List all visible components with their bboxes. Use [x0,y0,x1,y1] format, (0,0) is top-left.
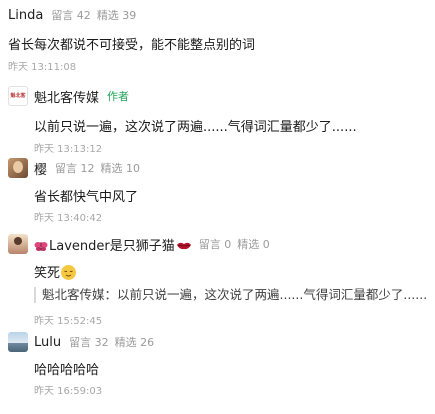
avatar[interactable] [8,234,28,254]
comment-text: 以前只说一遍，这次说了两遍......气得词汇量都少了...... [34,120,357,135]
avatar-logo-text: 魁北客 [10,93,26,99]
quoted-reply: 魁北客传媒：以前只说一遍，这次说了两遍......气得词汇量都少了...... [34,287,427,303]
avatar[interactable] [8,332,28,352]
featured-count: 精选 26 [114,336,155,349]
message-count: 留言 42 [51,9,91,22]
featured-count: 精选 0 [237,238,270,251]
comment-time: 昨天 13:11:08 [8,62,77,73]
commenter-name[interactable]: Lavender是只狮子猫 [34,235,191,254]
message-count: 留言 0 [198,238,232,251]
comment-time: 昨天 13:13:12 [34,144,103,155]
comment-time: 昨天 15:52:45 [34,316,103,327]
commenter-name[interactable]: Lulu [34,335,61,350]
commenter-name[interactable]: 魁北客传媒 [34,87,99,106]
comment-stats: 留言 0 精选 0 [199,236,270,252]
avatar-figure-shape [14,237,22,245]
butterfly-icon [34,240,48,251]
commenter-name[interactable]: 樱 [34,159,47,178]
avatar[interactable]: 魁北客 [8,86,28,106]
lips-icon [176,239,191,249]
avatar[interactable] [8,158,28,178]
comment-time: 昨天 13:40:42 [34,213,103,224]
commenter-name-text: Lavender是只狮子猫 [49,238,175,254]
comment-text-row: 笑死 [34,262,77,281]
relieved-face-icon [61,265,77,280]
comment-stats: 留言 32 精选 26 [69,334,154,350]
comment-text: 笑死 [34,266,61,281]
comment-time: 昨天 16:59:03 [34,386,103,397]
commenter-name[interactable]: Linda [8,8,43,23]
comment-stats: 留言 42 精选 39 [51,7,136,23]
avatar-face-shape [13,161,23,173]
featured-count: 精选 10 [100,162,141,175]
featured-count: 精选 39 [96,9,137,22]
comment-stats: 留言 12 精选 10 [55,160,140,176]
comment-text: 省长都快气中风了 [34,190,139,205]
comment-text: 省长每次都说不可接受，能不能整点别的词 [8,38,256,53]
comment-text: 哈哈哈哈哈 [34,363,100,378]
author-badge: 作者 [107,90,130,103]
message-count: 留言 12 [55,162,95,175]
message-count: 留言 32 [69,336,109,349]
